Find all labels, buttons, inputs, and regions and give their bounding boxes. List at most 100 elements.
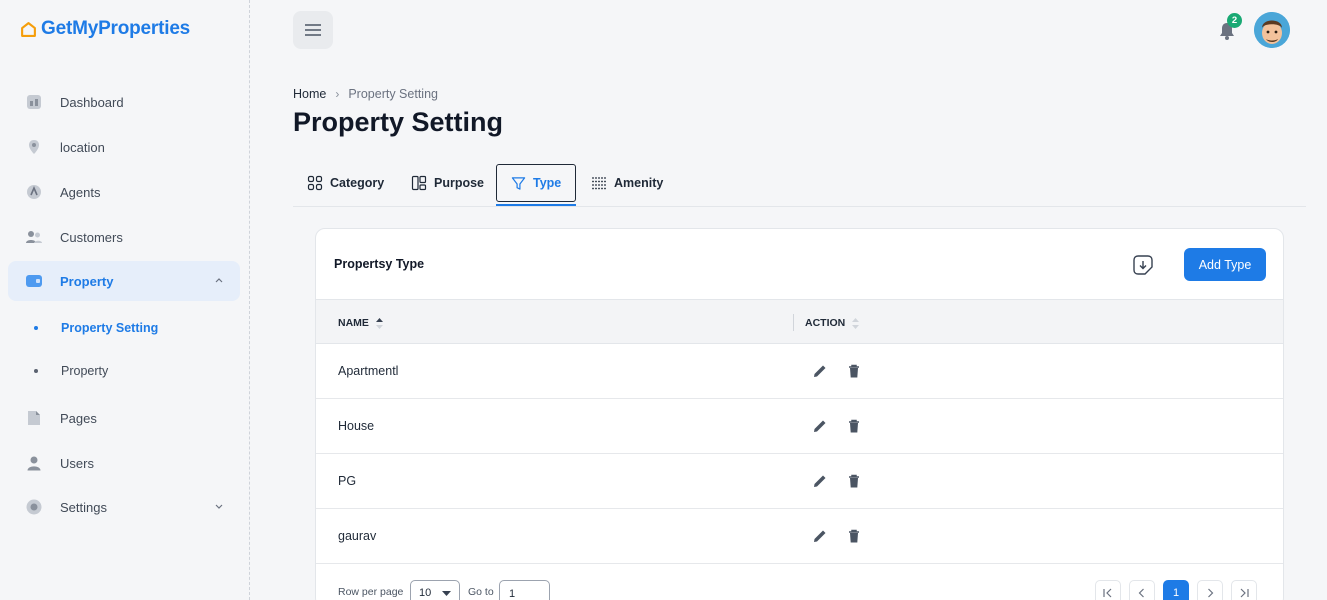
sort-ascending-icon — [375, 318, 383, 329]
user-icon — [25, 454, 43, 472]
pages-icon — [25, 409, 43, 427]
goto-label: Go to — [468, 586, 494, 598]
delete-icon[interactable] — [846, 418, 862, 434]
export-button[interactable] — [1130, 252, 1156, 278]
sidebar-subitem-label: Property — [61, 364, 109, 378]
tab-purpose[interactable]: Purpose — [397, 163, 498, 203]
sidebar-item-label: Pages — [60, 410, 97, 426]
grid-icon — [307, 175, 323, 191]
location-pin-icon — [25, 138, 43, 156]
table-header: NAME ACTION — [316, 299, 1283, 344]
customers-icon — [25, 228, 43, 246]
sidebar-item-label: location — [60, 139, 105, 155]
hamburger-menu-button[interactable] — [293, 11, 333, 49]
first-page-button[interactable] — [1095, 580, 1121, 600]
tab-amenity[interactable]: Amenity — [577, 163, 677, 203]
brand-name: GetMyProperties — [41, 18, 191, 39]
type-name-cell: House — [338, 419, 375, 433]
column-label: NAME — [338, 317, 369, 329]
bullet-dot — [34, 326, 38, 330]
sidebar-item-location[interactable]: location — [8, 127, 240, 167]
tab-bar: Category Purpose Type Amenity — [293, 163, 1306, 207]
sidebar-subitem-property-setting[interactable]: Property Setting — [8, 311, 240, 345]
pagination-bar: Row per page 10 Go to 1 1 — [316, 564, 1283, 600]
rows-per-page-select[interactable]: 10 — [410, 580, 460, 600]
page-title: Property Setting — [293, 107, 504, 137]
caret-down-icon — [442, 591, 451, 596]
chevron-up-icon — [215, 278, 223, 283]
column-header-action[interactable]: ACTION — [805, 316, 860, 330]
last-page-button[interactable] — [1231, 580, 1257, 600]
sidebar-item-settings[interactable]: Settings — [8, 487, 240, 527]
sidebar-item-dashboard[interactable]: Dashboard — [8, 82, 240, 122]
tab-label: Purpose — [434, 176, 485, 190]
sidebar-item-property[interactable]: Property — [8, 261, 240, 301]
sidebar-item-agents[interactable]: Agents — [8, 172, 240, 212]
edit-icon[interactable] — [812, 418, 828, 434]
sidebar-item-customers[interactable]: Customers — [8, 217, 240, 257]
breadcrumb-separator: › — [335, 87, 340, 101]
sidebar-item-users[interactable]: Users — [8, 443, 240, 483]
column-divider — [793, 314, 794, 331]
last-page-icon — [1240, 588, 1249, 598]
tab-category[interactable]: Category — [293, 163, 398, 203]
breadcrumb-current: Property Setting — [348, 87, 438, 101]
dashboard-icon — [25, 93, 43, 111]
delete-icon[interactable] — [846, 528, 862, 544]
sidebar-subitem-label: Property Setting — [61, 321, 159, 335]
sort-icon — [852, 318, 860, 329]
card-title: Propertsy Type — [334, 257, 425, 271]
avatar[interactable] — [1254, 12, 1290, 48]
sidebar: GetMyProperties Dashboard location Agent… — [0, 0, 250, 600]
edit-icon[interactable] — [812, 363, 828, 379]
table-row: PG — [316, 454, 1283, 509]
breadcrumb-home-link[interactable]: Home — [293, 87, 326, 101]
sidebar-item-label: Dashboard — [60, 94, 124, 110]
add-type-button[interactable]: Add Type — [1184, 248, 1266, 281]
sidebar-item-label: Property — [60, 273, 114, 289]
table-row: Apartmentl — [316, 344, 1283, 399]
tab-label: Amenity — [614, 176, 664, 190]
tab-type[interactable]: Type — [496, 164, 577, 202]
sidebar-item-label: Users — [60, 455, 94, 471]
avatar-face-icon — [1254, 12, 1290, 48]
rows-per-page-value: 10 — [419, 587, 432, 599]
hamburger-icon — [305, 24, 321, 36]
sidebar-item-label: Agents — [60, 184, 101, 200]
next-page-button[interactable] — [1197, 580, 1223, 600]
sidebar-item-pages[interactable]: Pages — [8, 398, 240, 438]
delete-icon[interactable] — [846, 473, 862, 489]
breadcrumb: Home › Property Setting — [293, 87, 438, 101]
tab-label: Type — [533, 176, 562, 190]
home-logo-icon — [21, 21, 36, 37]
download-icon — [1133, 255, 1153, 275]
edit-icon[interactable] — [812, 473, 828, 489]
column-header-name[interactable]: NAME — [338, 316, 384, 330]
first-page-icon — [1103, 588, 1112, 598]
chevron-left-icon — [1138, 588, 1144, 598]
active-tab-indicator — [496, 204, 576, 206]
dots-grid-icon — [592, 177, 606, 190]
type-name-cell: PG — [338, 474, 357, 488]
sidebar-subitem-property[interactable]: Property — [8, 354, 240, 388]
bullet-dot — [34, 369, 38, 373]
table-row: House — [316, 399, 1283, 454]
type-name-cell: gaurav — [338, 529, 377, 543]
edit-icon[interactable] — [812, 528, 828, 544]
property-icon — [25, 272, 43, 290]
type-name-cell: Apartmentl — [338, 364, 399, 378]
goto-page-input[interactable]: 1 — [499, 580, 550, 600]
sidebar-item-label: Customers — [60, 229, 123, 245]
layout-icon — [411, 175, 427, 191]
gear-icon — [25, 498, 43, 516]
filter-icon — [511, 176, 526, 190]
prev-page-button[interactable] — [1129, 580, 1155, 600]
page-button-current[interactable]: 1 — [1163, 580, 1189, 600]
property-type-card: Propertsy Type Add Type NAME ACTION Apar… — [315, 228, 1284, 600]
brand-logo[interactable]: GetMyProperties — [20, 18, 190, 40]
notification-badge: 2 — [1227, 13, 1242, 28]
tab-label: Category — [330, 176, 385, 190]
sidebar-item-label: Settings — [60, 499, 107, 515]
table-row: gaurav — [316, 509, 1283, 564]
delete-icon[interactable] — [846, 363, 862, 379]
